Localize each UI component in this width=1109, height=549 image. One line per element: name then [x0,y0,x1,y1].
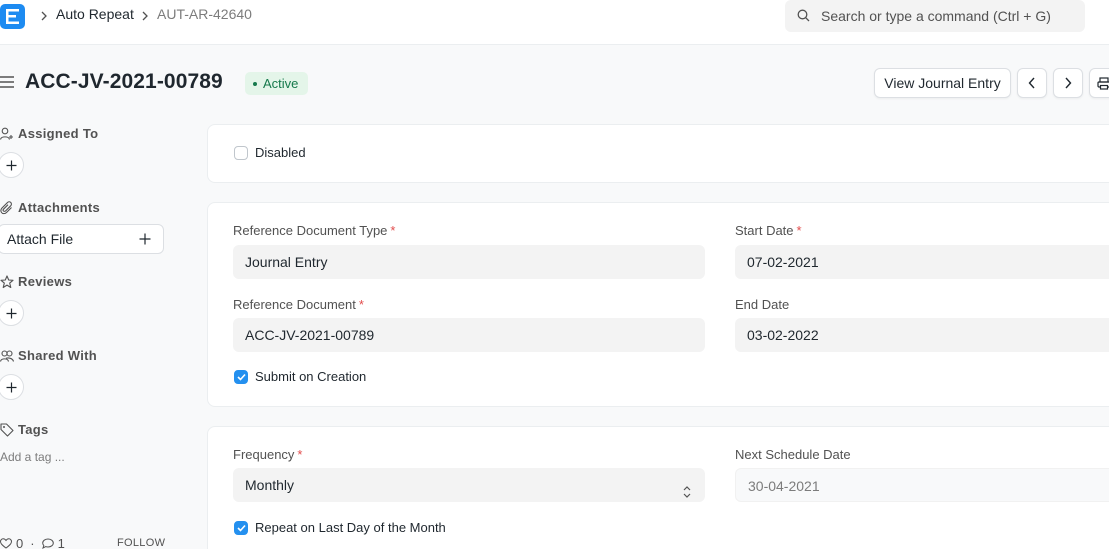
tags-heading: Tags [0,422,49,437]
frequency-label-text: Frequency [233,447,295,462]
attachments-heading: Attachments [0,200,100,215]
next-schedule-label: Next Schedule Date [735,447,851,462]
tags-label: Tags [18,422,49,437]
navbar: Auto Repeat AUT-AR-42640 [0,0,1109,45]
chevron-left-icon [1028,77,1035,89]
reviews-label: Reviews [18,274,73,289]
add-share-button[interactable] [0,374,24,400]
comment-icon[interactable] [41,538,54,549]
users-icon [0,349,14,363]
tag-icon [0,422,14,437]
end-date-field[interactable]: 03-02-2022 [735,318,1109,352]
ref-doc-type-field[interactable]: Journal Entry [233,245,705,279]
attachments-label: Attachments [18,200,101,215]
checkmark-icon [237,373,246,381]
search-input[interactable] [821,0,1071,32]
select-arrows-icon [683,477,691,511]
start-date-label-text: Start Date [735,223,794,238]
ref-doc-type-label: Reference Document Type * [233,223,395,238]
reviews-heading: Reviews [0,274,72,289]
plus-icon [6,308,16,318]
separator-dot: · [30,536,35,549]
page-title: ACC-JV-2021-00789 [25,70,223,93]
required-asterisk: * [358,297,364,312]
status-badge: Active [245,72,309,95]
breadcrumb-auto-repeat[interactable]: Auto Repeat [56,6,134,22]
activity-stats: 0 · 1 [0,536,65,549]
add-review-button[interactable] [0,300,24,326]
add-tag-link[interactable]: Add a tag ... [0,450,65,464]
add-assignee-button[interactable] [0,152,24,178]
plus-icon [139,232,151,248]
star-icon [0,274,14,289]
follow-button[interactable]: FOLLOW [117,537,165,549]
assigned-to-heading: Assigned To [0,126,98,141]
previous-doc-button[interactable] [1017,68,1047,98]
repeat-last-day-label: Repeat on Last Day of the Month [255,520,446,535]
frappe-logo-icon [6,9,19,24]
search-bar[interactable] [785,0,1085,32]
checkmark-icon [237,524,246,532]
chevron-right-icon [141,9,149,24]
next-schedule-field: 30-04-2021 [735,468,1109,502]
ref-doc-type-label-text: Reference Document Type [233,223,388,238]
chevron-right-icon [40,9,48,24]
chevron-right-icon [1065,77,1072,89]
app-logo[interactable] [0,4,25,29]
comment-count: 1 [57,536,65,549]
required-asterisk: * [796,223,802,238]
shared-with-heading: Shared With [0,348,97,363]
submit-on-creation-label: Submit on Creation [255,369,367,384]
frequency-label: Frequency * [233,447,302,462]
assigned-to-label: Assigned To [18,126,99,141]
schedule-section: Frequency * Monthly Next Schedule Date 30… [207,426,1109,549]
required-asterisk: * [390,223,396,238]
start-date-label: Start Date * [735,223,802,238]
like-count: 0 [16,536,24,549]
plus-icon [6,382,16,392]
disabled-section: Disabled [207,124,1109,183]
end-date-label: End Date [735,297,790,312]
ref-doc-label-text: Reference Document [233,297,356,312]
frequency-value: Monthly [245,477,295,493]
disabled-checkbox[interactable] [234,146,248,160]
attach-file-label: Attach File [7,231,74,247]
next-doc-button[interactable] [1053,68,1083,98]
ref-doc-label: Reference Document * [233,297,364,312]
printer-icon [1097,76,1109,90]
user-add-icon [0,127,14,141]
frequency-select[interactable]: Monthly [233,468,705,502]
status-text: Active [263,76,299,91]
breadcrumb-current-doc[interactable]: AUT-AR-42640 [157,6,252,22]
heart-icon[interactable] [0,538,12,549]
search-icon [797,9,810,25]
view-journal-entry-button[interactable]: View Journal Entry [874,68,1011,98]
shared-with-label: Shared With [18,348,98,363]
status-dot [253,81,257,86]
plus-icon [6,160,16,170]
submit-on-creation-checkbox[interactable] [234,370,248,384]
attach-file-button[interactable]: Attach File [0,224,164,254]
print-button[interactable] [1089,68,1109,98]
required-asterisk: * [297,447,303,462]
sidebar-toggle-icon[interactable] [0,76,16,91]
paperclip-icon [0,200,14,215]
disabled-label: Disabled [255,145,306,160]
ref-doc-field[interactable]: ACC-JV-2021-00789 [233,318,705,352]
start-date-field[interactable]: 07-02-2021 [735,245,1109,279]
reference-section: Reference Document Type * Journal Entry S… [207,202,1109,407]
repeat-last-day-checkbox[interactable] [234,521,248,535]
